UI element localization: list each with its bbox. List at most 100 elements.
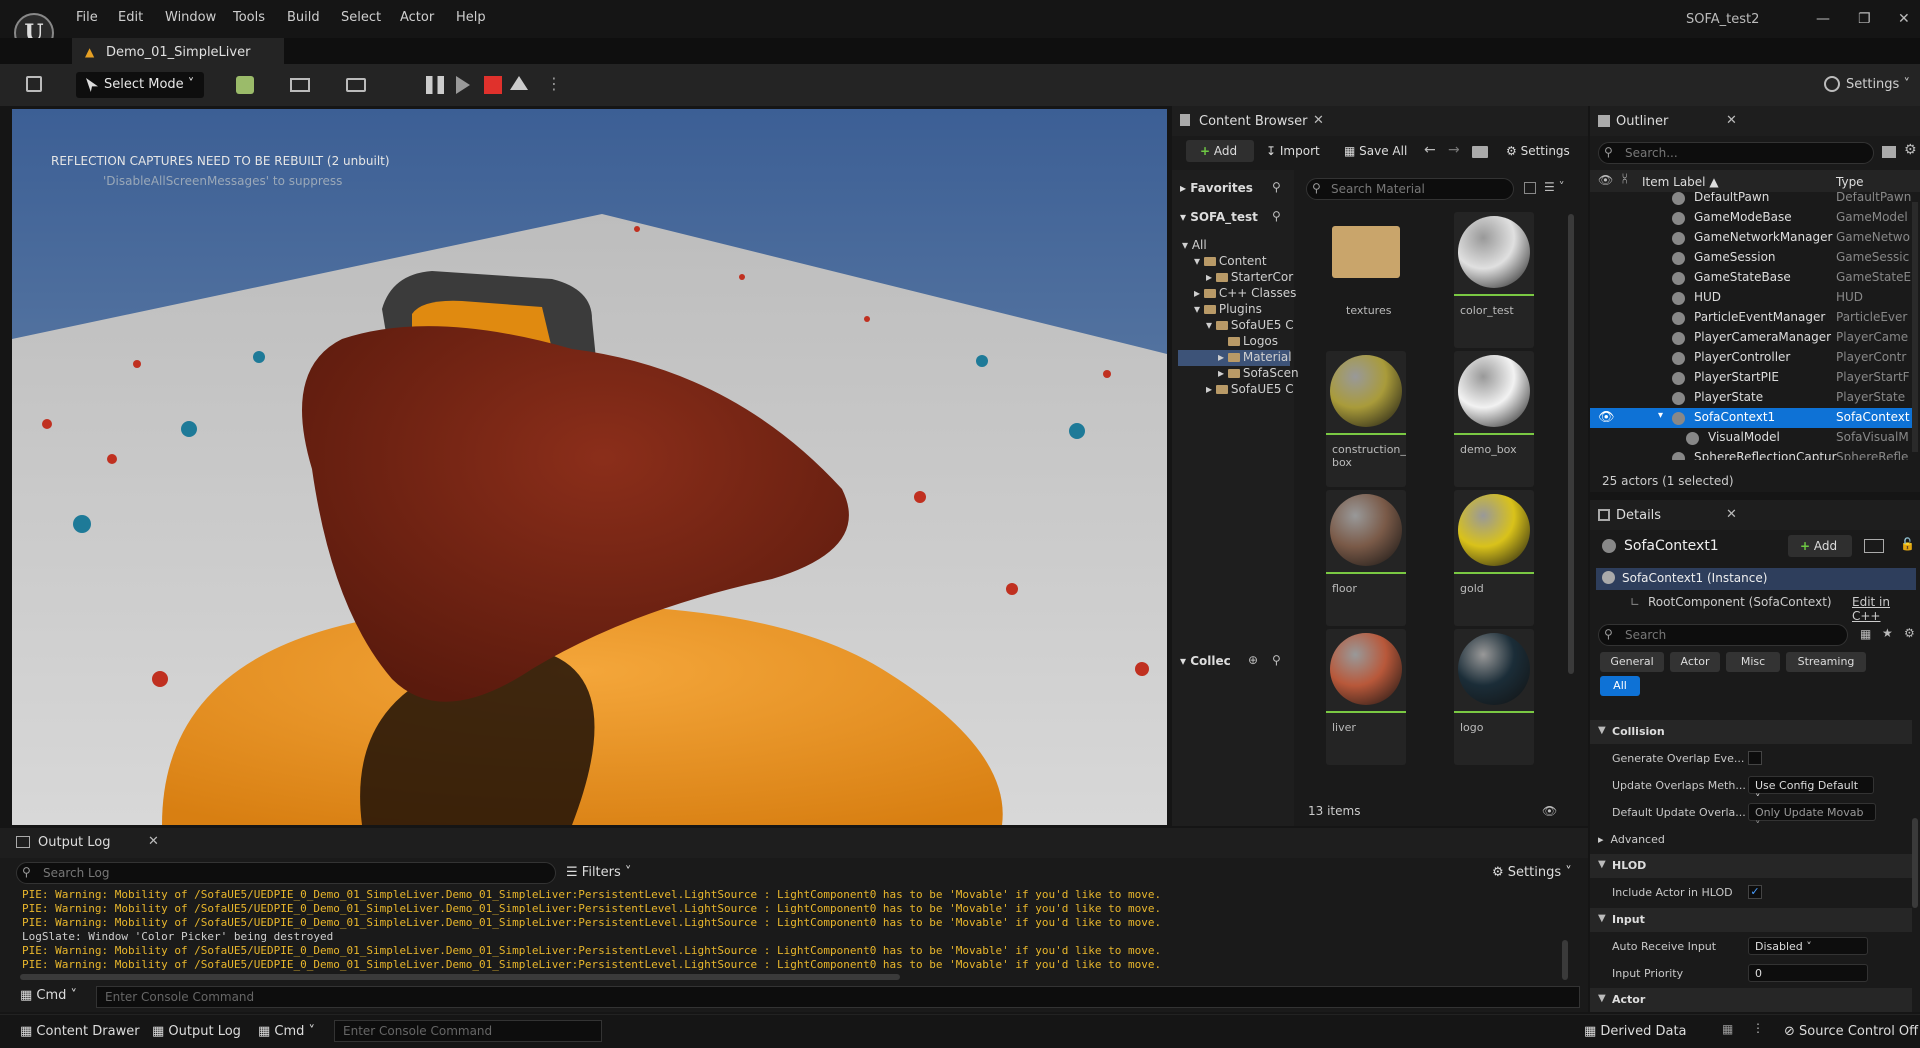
outliner-row[interactable]: GameSession GameSessic <box>1590 248 1912 268</box>
filter-general[interactable]: General <box>1600 652 1664 672</box>
outliner-row[interactable]: GameModeBase GameModel <box>1590 208 1912 228</box>
menu-edit[interactable]: Edit <box>118 10 143 25</box>
menu-actor[interactable]: Actor <box>400 10 434 25</box>
search-icon[interactable]: ⚲ <box>1272 180 1281 194</box>
add-button[interactable]: + Add <box>1186 140 1254 162</box>
outliner-row[interactable]: PlayerController PlayerContr <box>1590 348 1912 368</box>
asset-tile[interactable]: logo <box>1454 629 1534 765</box>
step-icon[interactable] <box>456 76 470 94</box>
filter-streaming[interactable]: Streaming <box>1786 652 1866 672</box>
section-input[interactable]: Input <box>1590 908 1912 932</box>
column-item-label[interactable]: Item Label ▲ <box>1642 175 1719 189</box>
source-control-button[interactable]: ⊘ Source Control Off <box>1784 1024 1918 1039</box>
output-log-button[interactable]: ▦ Output Log <box>152 1024 241 1039</box>
tree-item-sofaue5-content[interactable]: ▾ SofaUE5 C <box>1206 318 1294 334</box>
blueprint-icon[interactable] <box>1864 539 1884 553</box>
tree-item-startercontent[interactable]: ▸ StarterCor <box>1206 270 1293 286</box>
add-actor-icon[interactable] <box>236 76 254 94</box>
tree-item-sofascenes[interactable]: ▸ SofaScen <box>1218 366 1299 382</box>
eject-icon[interactable] <box>510 76 528 90</box>
tree-item-all[interactable]: ▾ All <box>1182 238 1207 254</box>
log-hscrollbar[interactable] <box>20 974 900 980</box>
outliner-row[interactable]: SphereReflectionCaptur SphereRefle <box>1590 448 1912 460</box>
level-tab[interactable]: ▲ Demo_01_SimpleLiver <box>72 38 284 64</box>
gear-icon[interactable]: ⚙ <box>1904 626 1915 640</box>
maximize-icon[interactable]: ❐ <box>1858 11 1871 27</box>
project-search-icon[interactable]: ⚲ <box>1272 209 1281 223</box>
section-actor[interactable]: Actor <box>1590 988 1912 1012</box>
outliner-row[interactable]: 👁 ▾ SofaContext1 SofaContext <box>1590 408 1912 428</box>
collection-search-icon[interactable]: ⚲ <box>1272 653 1281 667</box>
outliner-scrollbar[interactable] <box>1912 202 1918 452</box>
tree-item-material[interactable]: ▸ Material <box>1178 350 1292 366</box>
menu-build[interactable]: Build <box>287 10 320 25</box>
close-icon[interactable]: ✕ <box>148 834 159 849</box>
outliner-row[interactable]: ParticleEventManager ParticleEver <box>1590 308 1912 328</box>
visibility-icon[interactable]: 👁 <box>1598 410 1615 425</box>
stop-icon[interactable] <box>484 76 502 94</box>
filter-misc[interactable]: Misc <box>1726 652 1780 672</box>
save-search-icon[interactable] <box>1524 182 1536 194</box>
advanced-toggle[interactable]: ▸ Advanced <box>1598 833 1665 846</box>
menu-file[interactable]: File <box>76 10 98 25</box>
outliner-row[interactable]: PlayerState PlayerState <box>1590 388 1912 408</box>
outliner-row[interactable]: PlayerCameraManager PlayerCame <box>1590 328 1912 348</box>
section-collision[interactable]: Collision <box>1590 720 1912 744</box>
auto-receive-dropdown[interactable]: Disabled ˅ <box>1748 937 1868 955</box>
forward-icon[interactable]: → <box>1448 142 1460 158</box>
outliner-search-input[interactable]: Search... <box>1598 142 1874 164</box>
filter-icon[interactable]: ☰ ˅ <box>1544 180 1565 194</box>
more-icon[interactable]: ⋮ <box>1752 1021 1764 1035</box>
status-console-input[interactable]: Enter Console Command <box>334 1020 602 1042</box>
asset-tile[interactable]: gold <box>1454 490 1534 626</box>
gear-icon[interactable] <box>1824 76 1840 92</box>
asset-tile[interactable]: demo_box <box>1454 351 1534 487</box>
default-update-dropdown[interactable]: Only Update Movab ˅ <box>1748 803 1876 832</box>
tree-item-logos[interactable]: Logos <box>1228 334 1278 350</box>
save-icon[interactable] <box>26 76 42 92</box>
column-type[interactable]: Type <box>1836 175 1864 189</box>
asset-tile[interactable]: liver <box>1326 629 1406 765</box>
filter-actor[interactable]: Actor <box>1670 652 1720 672</box>
settings-button[interactable]: Settings ˅ <box>1846 77 1910 103</box>
outliner-row[interactable]: VisualModel SofaVisualM <box>1590 428 1912 448</box>
project-header[interactable]: ▾ SOFA_test <box>1180 210 1258 224</box>
level-viewport[interactable]: REFLECTION CAPTURES NEED TO BE REBUILT (… <box>12 109 1167 825</box>
asset-tile[interactable]: floor <box>1326 490 1406 626</box>
log-search-input[interactable]: Search Log <box>16 862 556 884</box>
include-hlod-checkbox[interactable]: ✓ <box>1748 885 1762 899</box>
asset-tile[interactable]: construction_ box <box>1326 351 1406 487</box>
add-collection-icon[interactable]: ⊕ <box>1248 653 1258 667</box>
pause-icon[interactable] <box>426 76 444 94</box>
cb-settings-button[interactable]: ⚙ Settings <box>1506 144 1570 158</box>
collections-header[interactable]: ▾ Collec <box>1180 654 1231 668</box>
actor-name[interactable]: SofaContext1 <box>1624 538 1719 554</box>
close-icon[interactable]: ✕ <box>1726 113 1737 128</box>
menu-help[interactable]: Help <box>456 10 486 25</box>
tree-item-cpp-classes[interactable]: ▸ C++ Classes <box>1194 286 1296 302</box>
asset-tile[interactable]: color_test <box>1454 212 1534 348</box>
favorites-header[interactable]: ▸ Favorites <box>1180 181 1253 195</box>
gear-icon[interactable]: ⚙ <box>1904 142 1917 158</box>
material-search-input[interactable]: Search Material <box>1306 178 1514 200</box>
chevron-down-icon[interactable]: ▾ <box>1658 410 1663 421</box>
close-icon[interactable]: ✕ <box>1726 507 1737 522</box>
status-cmd-dropdown[interactable]: ▦ Cmd ˅ <box>258 1024 315 1039</box>
outliner-row[interactable]: GameNetworkManager GameNetwo <box>1590 228 1912 248</box>
menu-tools[interactable]: Tools <box>233 10 265 25</box>
tree-item-plugins[interactable]: ▾ Plugins <box>1194 302 1262 318</box>
menu-window[interactable]: Window <box>165 10 216 25</box>
view-options-icon[interactable]: 👁 <box>1542 804 1557 818</box>
lock-icon[interactable]: 🔓 <box>1900 537 1915 551</box>
menu-select[interactable]: Select <box>341 10 381 25</box>
console-input[interactable]: Enter Console Command <box>96 986 1580 1008</box>
generate-overlap-checkbox[interactable] <box>1748 751 1762 765</box>
favorite-icon[interactable]: ★ <box>1882 626 1893 640</box>
network-icon[interactable]: ▦ <box>1722 1022 1733 1036</box>
outliner-row[interactable]: HUD HUD <box>1590 288 1912 308</box>
edit-cpp-link[interactable]: Edit in C++ <box>1852 595 1920 623</box>
close-window-icon[interactable]: ✕ <box>1898 11 1910 27</box>
update-overlaps-dropdown[interactable]: Use Config Default ˅ <box>1748 776 1874 805</box>
add-folder-icon[interactable] <box>1882 146 1896 158</box>
visibility-icon[interactable]: 👁 <box>1598 173 1613 187</box>
